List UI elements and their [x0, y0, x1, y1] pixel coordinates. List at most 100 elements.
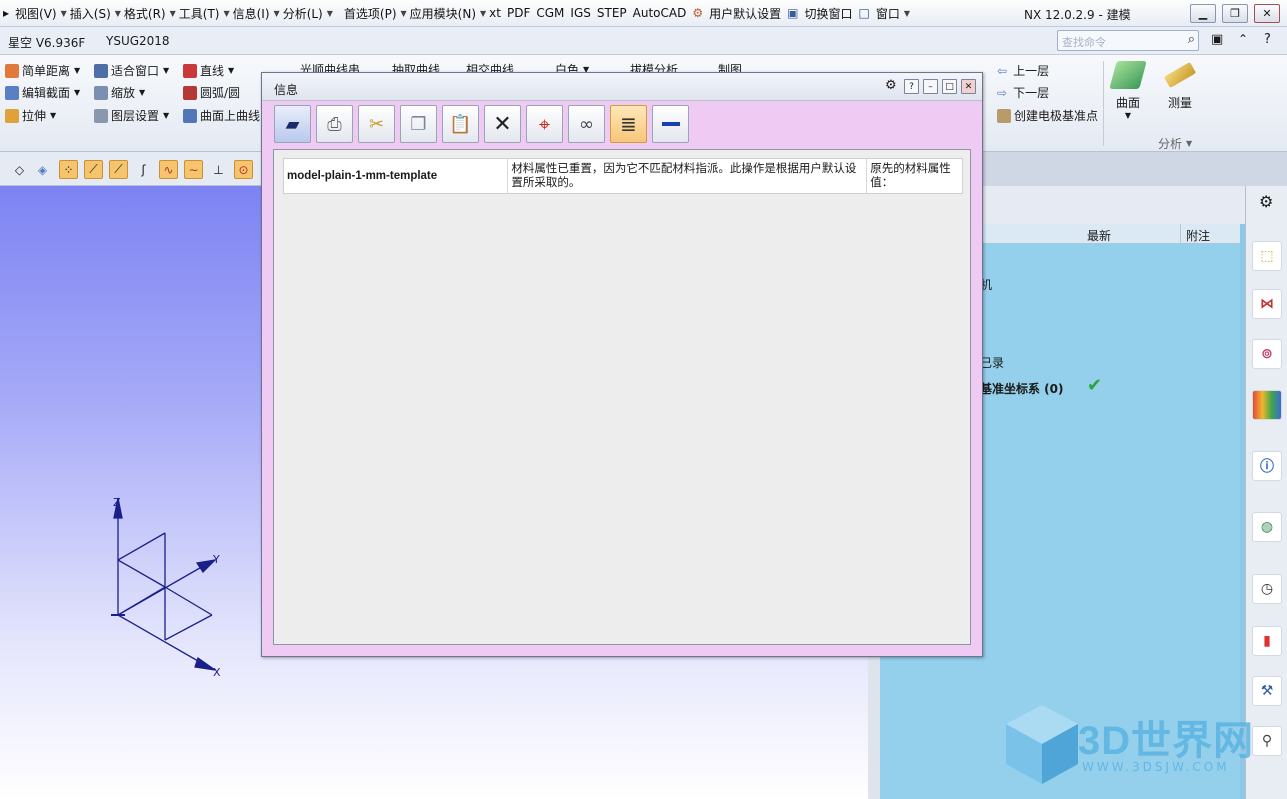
x-axis-label: X — [213, 666, 221, 679]
dialog-help-button[interactable]: ? — [904, 79, 919, 94]
menu-tools[interactable]: 工具(T) — [176, 5, 223, 22]
extrude-button[interactable]: 拉伸 ▼ — [5, 107, 56, 124]
copy-button[interactable]: ❐ — [400, 105, 437, 143]
zoom-button[interactable]: 缩放 ▼ — [94, 84, 145, 101]
menu-xt[interactable]: xt — [486, 6, 504, 20]
save-as-button[interactable]: ▰ — [274, 105, 311, 143]
find-button[interactable]: ∞ — [568, 105, 605, 143]
visualization-icon[interactable]: ▮ — [1252, 626, 1282, 656]
assembly-navigator-icon[interactable]: ⬚ — [1252, 241, 1282, 271]
plugin-xingkong[interactable]: 星空 V6.936F — [8, 34, 85, 51]
cut-button[interactable]: ✂ — [358, 105, 395, 143]
info-feed-icon[interactable]: ⓘ — [1252, 451, 1282, 481]
ribbon-collapse-icon[interactable]: ⌃ — [1238, 32, 1248, 46]
constraint-navigator-icon[interactable]: ⋈ — [1252, 289, 1282, 319]
command-search-input[interactable]: 查找命令 ⌕ — [1057, 30, 1199, 51]
col-latest[interactable]: 最新 — [1087, 227, 1111, 244]
gear-icon[interactable]: ⚙ — [1259, 192, 1273, 211]
menu-autocad[interactable]: AutoCAD — [630, 6, 690, 20]
datum-icon — [997, 108, 1011, 123]
select-body-icon[interactable]: ◇ — [10, 160, 29, 179]
menu-switch-window[interactable]: 切换窗口 — [801, 5, 855, 22]
line-button[interactable]: 直线 ▼ — [183, 62, 234, 79]
close-icon: ✕ — [1262, 7, 1272, 20]
menu-preferences[interactable]: 首选项(P) — [341, 5, 400, 22]
plugin-bar: 星空 V6.936F YSUG2018 查找命令 ⌕ ▣ ⌃ ? — [0, 27, 1287, 55]
search-icon: ⌕ — [1187, 32, 1195, 47]
menu-step[interactable]: STEP — [594, 6, 630, 20]
minimize-icon: – — [928, 81, 933, 92]
dialog-settings-icon[interactable]: ⚙ — [885, 78, 897, 93]
menu-caret-start[interactable]: ▸ — [0, 6, 12, 20]
part-navigator-icon[interactable]: ⊚ — [1252, 339, 1282, 369]
surface-button[interactable]: 曲面 ▼ — [1109, 61, 1147, 120]
create-electrode-datum-button[interactable]: 创建电极基准点 — [997, 107, 1098, 124]
dialog-titlebar[interactable]: 信息 ⚙ ? – □ ✕ — [262, 73, 982, 101]
snap-midpoint-icon[interactable]: ⟋ — [109, 160, 128, 179]
close-button[interactable]: ✕ — [1254, 4, 1280, 23]
fit-window-button[interactable]: 适合窗口 ▼ — [94, 62, 169, 79]
minus-icon — [661, 122, 680, 126]
select-solid-icon[interactable]: ◈ — [33, 160, 52, 179]
layer-down-button[interactable]: ⇨ 下一层 — [997, 84, 1049, 101]
copy-icon: ❐ — [410, 113, 427, 135]
measure-button[interactable]: 测量 — [1163, 61, 1197, 111]
tree-item-datum-csys[interactable]: 基准坐标系 (0) — [980, 380, 1064, 397]
dialog-maximize-button[interactable]: □ — [942, 79, 957, 94]
menu-cgm[interactable]: CGM — [533, 6, 567, 20]
snap-spline-icon[interactable]: ∿ — [159, 160, 178, 179]
col-note[interactable]: 附注 — [1186, 227, 1210, 244]
paste-button[interactable]: 📋 — [442, 105, 479, 143]
print-button[interactable]: ⎙ — [316, 105, 353, 143]
dialog-minimize-button[interactable]: – — [923, 79, 938, 94]
web-browser-icon[interactable]: ◍ — [1252, 512, 1282, 542]
minimize-button[interactable]: ▁ — [1190, 4, 1216, 23]
tree-item-partial-2[interactable]: 已录 — [980, 354, 1004, 371]
reuse-library-icon[interactable] — [1252, 390, 1282, 420]
help-icon[interactable]: ? — [1264, 32, 1271, 47]
menu-pdf[interactable]: PDF — [504, 6, 533, 20]
analysis-group-label: 分析 ▼ — [1158, 137, 1193, 151]
menu-insert[interactable]: 插入(S) — [67, 5, 114, 22]
clear-button[interactable]: ✕ — [484, 105, 521, 143]
collapse-button[interactable] — [652, 105, 689, 143]
menu-view[interactable]: 视图(V) — [12, 5, 60, 22]
curve-on-surface-button[interactable]: 曲面上曲线 — [183, 107, 260, 124]
plugin-ysug[interactable]: YSUG2018 — [106, 34, 170, 48]
dialog-close-button[interactable]: ✕ — [961, 79, 976, 94]
watermark: 3D世界网 WWW.3DSJW.COM — [1000, 700, 1260, 790]
menu-info[interactable]: 信息(I) — [230, 5, 273, 22]
layer-up-button[interactable]: ⇦ 上一层 — [997, 62, 1049, 79]
pick-button[interactable]: ⌖ — [526, 105, 563, 143]
snap-wave-icon[interactable]: ∼ — [184, 160, 203, 179]
arc-circle-button[interactable]: 圆弧/圆 — [183, 84, 240, 101]
crosshair-icon: ⌖ — [538, 112, 551, 136]
menu-analysis[interactable]: 分析(L) — [280, 5, 326, 22]
snap-endpoint-icon[interactable]: ⟋ — [84, 160, 103, 179]
info-text-area[interactable]: model-plain-1-mm-template 材料属性已重置，因为它不匹配… — [273, 149, 971, 645]
restore-button[interactable]: ❐ — [1222, 4, 1248, 23]
datum-csys-triad[interactable]: Z Y X — [95, 490, 235, 680]
simple-distance-button[interactable]: 简单距离 ▼ — [5, 62, 80, 79]
menu-igs[interactable]: IGS — [567, 6, 593, 20]
save-icon: ▰ — [285, 113, 300, 135]
menu-window[interactable]: 窗口 — [873, 5, 903, 22]
wrap-text-icon: ≣ — [620, 112, 637, 136]
binoculars-icon: ∞ — [579, 113, 594, 135]
layer-settings-button[interactable]: 图层设置 ▼ — [94, 107, 169, 124]
snap-curve-icon[interactable]: ʃ — [134, 160, 153, 179]
dialog-toolbar: ▰ ⎙ ✂ ❐ 📋 ✕ ⌖ ∞ ≣ — [274, 105, 689, 147]
menu-format[interactable]: 格式(R) — [121, 5, 169, 22]
snap-center-icon[interactable]: ⊙ — [234, 160, 253, 179]
template-name: model-plain-1-mm-template — [284, 159, 509, 193]
word-wrap-toggle[interactable]: ≣ — [610, 105, 647, 143]
snap-points-icon[interactable]: ⁘ — [59, 160, 78, 179]
minimize-icon: ▁ — [1198, 7, 1208, 20]
snap-perpendicular-icon[interactable]: ⊥ — [209, 160, 228, 179]
menu-user-defaults[interactable]: 用户默认设置 — [706, 5, 784, 22]
z-axis-label: Z — [113, 496, 121, 509]
menu-application[interactable]: 应用模块(N) — [407, 5, 479, 22]
edit-section-button[interactable]: 编辑截面 ▼ — [5, 84, 80, 101]
history-clock-icon[interactable]: ◷ — [1252, 574, 1282, 604]
ribbon-options-icon[interactable]: ▣ — [1211, 32, 1223, 47]
